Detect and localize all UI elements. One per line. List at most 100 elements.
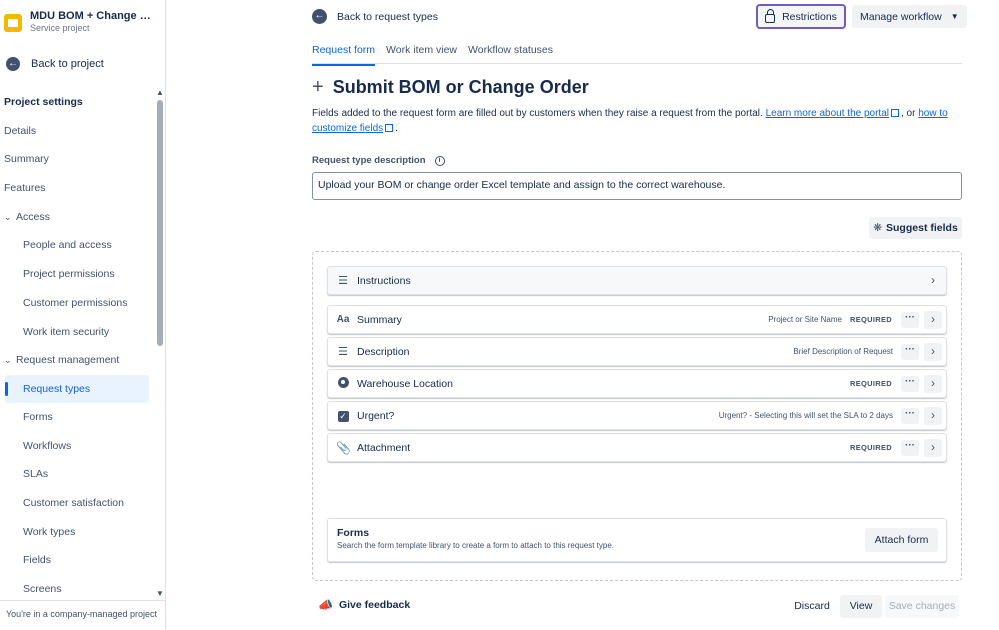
customize-fields-link[interactable]: customize fields [312,123,383,134]
project-subtitle: Service project [30,23,90,33]
sparkle-icon: ❋ [873,222,883,234]
scroll-thumb[interactable] [157,100,163,346]
nav-item-project-permissions[interactable]: Project permissions [0,260,155,289]
field-urgent[interactable]: ✓ Urgent? Urgent? - Selecting this will … [327,401,947,430]
nav-group-request-management-label: Request management [16,354,120,367]
scroll-up-icon[interactable]: ▲ [156,88,164,97]
more-options-icon[interactable]: ··· [901,343,919,360]
request-type-description-field[interactable]: Upload your BOM or change order Excel te… [312,172,962,200]
field-hint: Urgent? - Selecting this will set the SL… [718,411,893,420]
fields-dropzone: ☰ Instructions › Aa Summary Project or S… [312,251,962,581]
tab-request-form[interactable]: Request form [312,44,376,66]
nav-item-summary[interactable]: Summary [0,145,155,174]
sidebar: MDU BOM + Change Or... Service project ←… [0,0,166,630]
chevron-down-icon: ⌄ [4,211,12,222]
field-label: Warehouse Location [357,377,453,390]
chevron-right-icon[interactable]: › [924,272,942,290]
more-options-icon[interactable]: ··· [901,407,919,424]
tab-bar: Request form Work item view Workflow sta… [312,44,962,66]
intro-or: , or [901,108,919,119]
settings-nav: Project settings Details Summary Feature… [0,88,155,598]
nav-item-features[interactable]: Features [0,174,155,203]
info-icon[interactable]: i [434,155,445,166]
nav-item-screens[interactable]: Screens [0,575,155,598]
required-badge: REQUIRED [850,315,892,324]
nav-group-access-label: Access [16,210,50,223]
project-header[interactable]: MDU BOM + Change Or... Service project [4,10,164,40]
paperclip-icon: 📎 [336,440,351,455]
field-label: Description [357,345,410,358]
nav-item-people-and-access[interactable]: People and access [0,231,155,260]
attach-form-button[interactable]: Attach form [865,528,938,552]
back-to-request-types-label: Back to request types [337,10,438,23]
tab-work-item-view[interactable]: Work item view [386,44,457,64]
chevron-right-icon[interactable]: › [924,310,942,329]
more-options-icon[interactable]: ··· [901,375,919,392]
field-hint: Brief Description of Request [793,347,893,356]
nav-item-fields[interactable]: Fields [0,546,155,575]
give-feedback-label: Give feedback [338,599,411,611]
text-lines-icon: ☰ [338,275,348,287]
lock-icon [765,9,776,23]
field-label: Instructions [357,274,411,287]
field-label: Attachment [357,441,411,454]
suggest-fields-button[interactable]: ❋ Suggest fields [869,217,962,239]
give-feedback-button[interactable]: 📣 Give feedback [318,598,410,612]
nav-item-work-types[interactable]: Work types [0,518,155,547]
field-warehouse-location[interactable]: Warehouse Location REQUIRED ··· › [327,369,947,398]
chevron-down-icon: ⌄ [4,355,12,366]
back-to-project-link[interactable]: ← Back to project [6,57,104,71]
forms-subtitle: Search the form template library to crea… [337,541,615,550]
arrow-left-icon: ← [6,57,20,71]
how-to-link[interactable]: how to [918,108,947,119]
field-label: Summary [357,313,402,326]
external-link-icon [385,123,394,132]
scroll-down-icon[interactable]: ▼ [156,589,164,598]
nav-item-customer-satisfaction[interactable]: Customer satisfaction [0,489,155,518]
learn-more-link[interactable]: Learn more about the portal [766,108,889,119]
nav-item-workflows[interactable]: Workflows [0,432,155,461]
nav-item-request-types[interactable]: Request types [5,374,149,403]
nav-item-forms[interactable]: Forms [0,403,155,432]
nav-item-work-item-security[interactable]: Work item security [0,318,155,347]
plus-icon: + [312,76,324,98]
chevron-right-icon[interactable]: › [924,438,942,457]
restrictions-button[interactable]: Restrictions [756,4,846,29]
nav-heading: Project settings [4,96,83,108]
arrow-left-icon: ← [312,9,327,24]
forms-card: Forms Search the form template library t… [327,518,947,562]
restrictions-label: Restrictions [782,10,837,23]
page-title: + Submit BOM or Change Order [312,76,589,99]
discard-button[interactable]: Discard [788,595,836,618]
back-to-project-label: Back to project [31,58,104,70]
nav-group-access[interactable]: ⌄ Access [0,203,155,232]
manage-workflow-button[interactable]: Manage workflow ▼ [852,5,967,28]
radio-icon [336,376,350,391]
text-lines-icon: ☰ [338,346,348,358]
sidebar-scrollbar[interactable]: ▲ ▼ [156,88,164,598]
field-attachment[interactable]: 📎 Attachment REQUIRED ··· › [327,433,947,462]
save-changes-button[interactable]: Save changes [885,595,959,618]
required-badge: REQUIRED [850,443,892,452]
nav-item-customer-permissions[interactable]: Customer permissions [0,289,155,318]
sidebar-footer: You're in a company-managed project [0,600,166,630]
chevron-right-icon[interactable]: › [924,342,942,361]
more-options-icon[interactable]: ··· [901,311,919,328]
intro-body: Fields added to the request form are fil… [312,108,766,119]
forms-title: Forms [337,527,370,539]
nav-item-details[interactable]: Details [0,117,155,146]
view-button[interactable]: View [840,595,882,618]
chevron-right-icon[interactable]: › [924,374,942,393]
suggest-fields-label: Suggest fields [886,222,958,234]
more-options-icon[interactable]: ··· [901,439,919,456]
field-summary[interactable]: Aa Summary Project or Site Name REQUIRED… [327,305,947,334]
chevron-right-icon[interactable]: › [924,406,942,425]
request-type-description-label: Request type description i [312,155,445,166]
nav-group-request-management[interactable]: ⌄ Request management [0,346,155,375]
nav-item-slas[interactable]: SLAs [0,460,155,489]
tab-workflow-statuses[interactable]: Workflow statuses [468,44,553,64]
back-to-request-types-link[interactable]: ← Back to request types [312,9,438,24]
field-instructions[interactable]: ☰ Instructions › [327,266,947,295]
field-description[interactable]: ☰ Description Brief Description of Reque… [327,337,947,366]
text-field-icon: Aa [336,314,350,325]
